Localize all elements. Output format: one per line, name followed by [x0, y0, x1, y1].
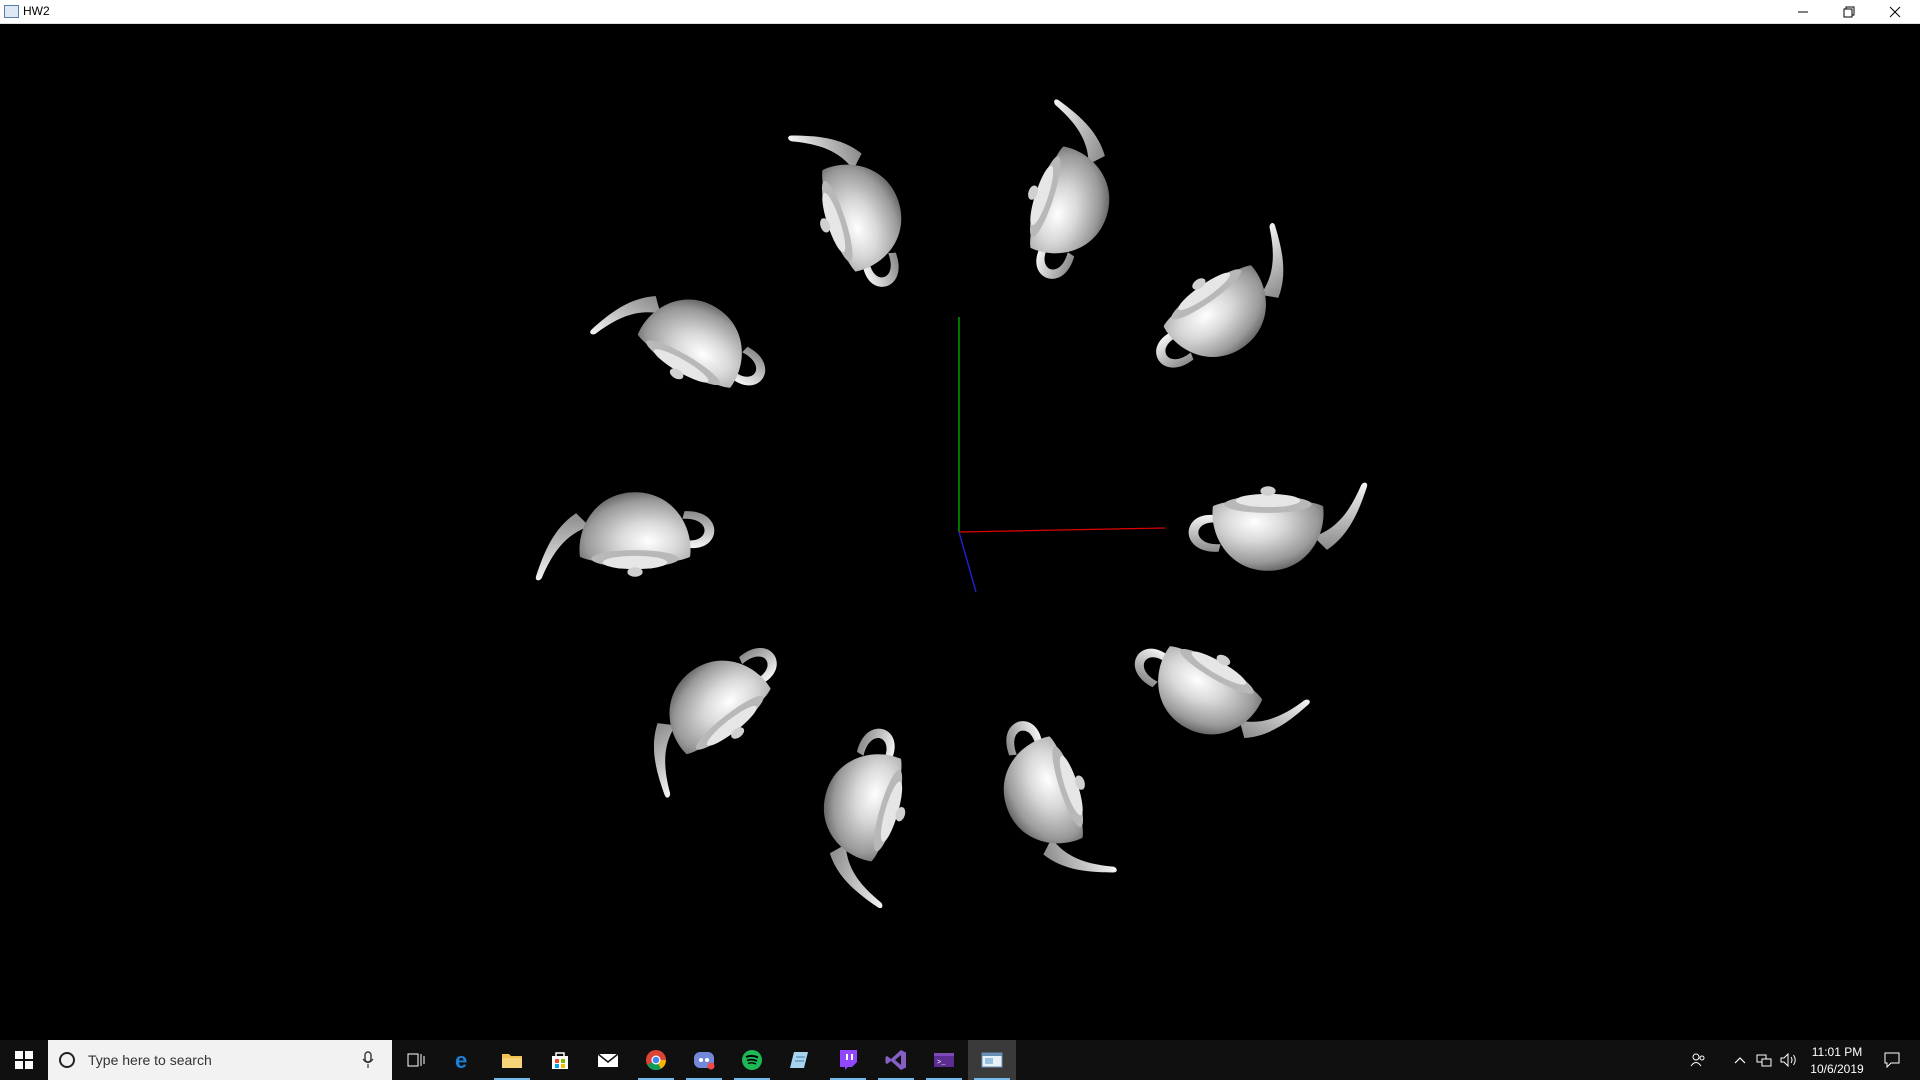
twitch-icon: [840, 1050, 857, 1070]
spotify-icon: [742, 1050, 762, 1070]
terminal-icon: >_: [934, 1053, 954, 1067]
people-button[interactable]: [1682, 1040, 1714, 1080]
edge-icon: e: [455, 1049, 467, 1071]
chevron-up-icon: [1734, 1057, 1746, 1064]
edge-taskbar-button[interactable]: e: [440, 1040, 488, 1080]
teapot-7: [799, 718, 930, 909]
notification-icon: [1884, 1052, 1900, 1068]
visual-studio-icon: [885, 1050, 906, 1070]
speaker-icon: [1780, 1053, 1796, 1067]
spotify-taskbar-button[interactable]: [728, 1040, 776, 1080]
teapot-8: [982, 707, 1118, 898]
network-button[interactable]: [1752, 1040, 1776, 1080]
teapot-4: [589, 258, 782, 420]
notes-taskbar-button[interactable]: [776, 1040, 824, 1080]
mail-icon: [597, 1053, 619, 1067]
app-window-icon: [4, 5, 19, 18]
x-axis: [958, 527, 1166, 533]
task-view-button[interactable]: [392, 1040, 440, 1080]
folder-icon: [502, 1054, 522, 1068]
teapot-9: [1118, 614, 1311, 776]
task-view-icon: [407, 1053, 425, 1067]
discord-taskbar-button[interactable]: [680, 1040, 728, 1080]
window-title: HW2: [23, 4, 50, 18]
minimize-button[interactable]: [1780, 0, 1826, 23]
windows-logo-icon: [15, 1051, 33, 1069]
svg-text:e: e: [455, 1049, 467, 1071]
minimize-icon: [1798, 11, 1808, 12]
chrome-taskbar-button[interactable]: [632, 1040, 680, 1080]
people-icon: [1690, 1053, 1705, 1067]
z-axis: [958, 531, 977, 593]
teapot-3: [787, 110, 923, 301]
window-titlebar: HW2: [0, 0, 1920, 24]
teapot-6: [614, 624, 804, 799]
visual-studio-taskbar-button[interactable]: [872, 1040, 920, 1080]
terminal-taskbar-button[interactable]: >_: [920, 1040, 968, 1080]
search-placeholder: Type here to search: [88, 1052, 212, 1068]
twitch-taskbar-button[interactable]: [824, 1040, 872, 1080]
teapot-0: [1188, 482, 1368, 571]
close-button[interactable]: [1872, 0, 1918, 23]
taskbar: Type here to search e >_ 11:01 PM 10/6/2…: [0, 1040, 1920, 1080]
volume-button[interactable]: [1776, 1040, 1802, 1080]
discord-icon: [694, 1052, 715, 1070]
teapot-2: [1001, 98, 1137, 290]
chrome-icon: [646, 1050, 667, 1071]
taskbar-clock[interactable]: 11:01 PM 10/6/2019: [1802, 1040, 1872, 1080]
opengl-viewport[interactable]: [0, 24, 1920, 1040]
restore-icon: [1843, 6, 1855, 17]
mail-taskbar-button[interactable]: [584, 1040, 632, 1080]
cortana-circle-icon: [59, 1052, 75, 1068]
opengl-window-icon: [981, 1052, 1003, 1068]
teapot-scene: [535, 98, 1368, 909]
clock-time: 11:01 PM: [1811, 1045, 1863, 1059]
network-icon: [1756, 1054, 1772, 1067]
action-center-button[interactable]: [1872, 1040, 1912, 1080]
show-hidden-icons-button[interactable]: [1728, 1040, 1752, 1080]
teapot-5: [535, 492, 715, 581]
notepad-icon: [790, 1052, 808, 1068]
clock-date: 10/6/2019: [1810, 1062, 1864, 1076]
store-taskbar-button[interactable]: [536, 1040, 584, 1080]
close-icon: [1889, 6, 1901, 17]
microphone-icon[interactable]: [362, 1051, 374, 1069]
restore-button[interactable]: [1826, 0, 1872, 23]
svg-text:>_: >_: [937, 1059, 946, 1067]
file-explorer-taskbar-button[interactable]: [488, 1040, 536, 1080]
teapot-1: [1131, 222, 1322, 392]
hw2-taskbar-button[interactable]: [968, 1040, 1016, 1080]
start-button[interactable]: [0, 1040, 48, 1080]
taskbar-search-box[interactable]: Type here to search: [48, 1040, 392, 1080]
store-bag-icon: [552, 1052, 568, 1069]
